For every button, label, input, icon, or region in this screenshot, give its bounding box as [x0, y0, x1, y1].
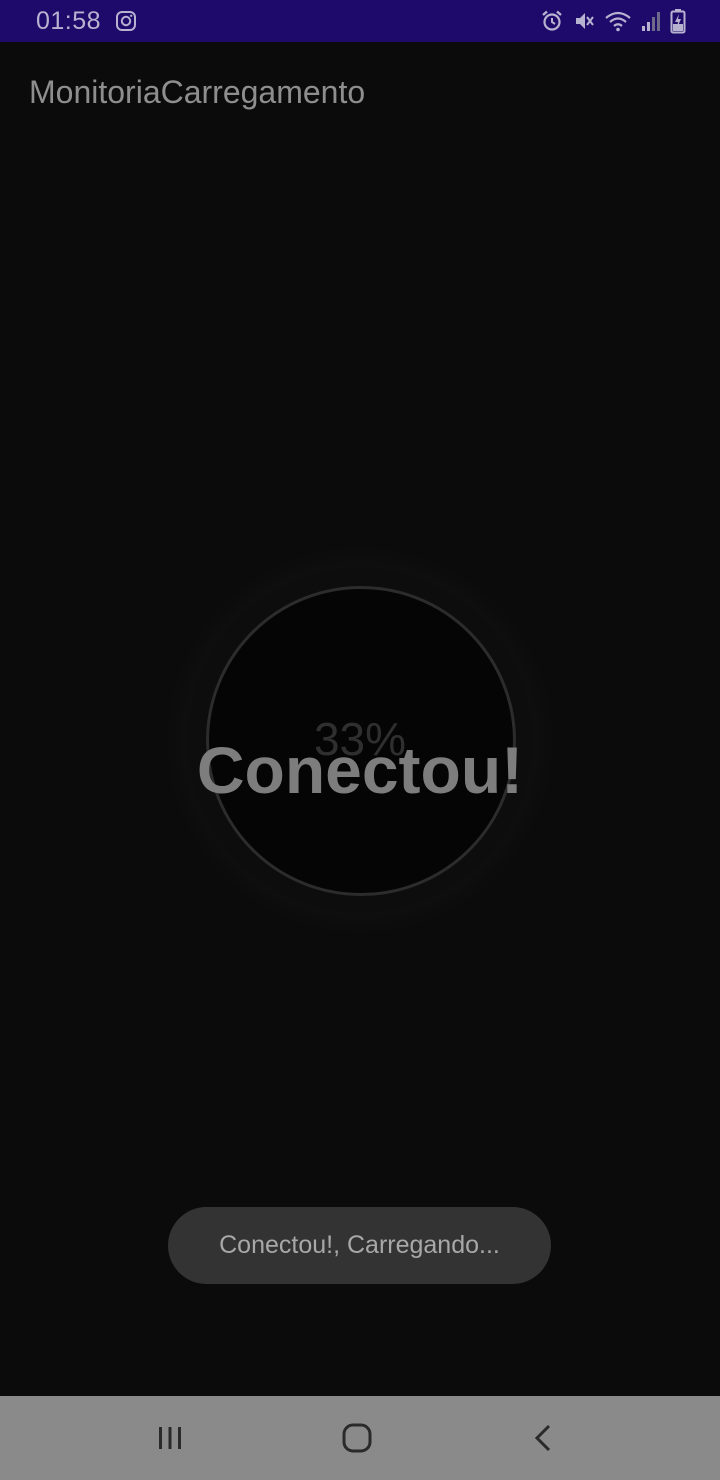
connection-status-text: Conectou! [196, 733, 524, 807]
status-time: 01:58 [36, 6, 102, 35]
alarm-icon [540, 9, 564, 33]
signal-icon [640, 9, 662, 33]
recent-apps-icon[interactable] [148, 1416, 192, 1460]
wifi-icon [604, 9, 632, 33]
toast-message: Conectou!, Carregando... [219, 1231, 500, 1259]
navigation-bar [0, 1396, 720, 1480]
instagram-icon [115, 10, 137, 32]
status-bar-left: 01:58 [36, 7, 137, 36]
screen: 01:58 MonitoriaCarregamento 33% Conectou… [0, 0, 720, 1480]
battery-charging-icon [670, 8, 686, 34]
toast: Conectou!, Carregando... [168, 1207, 551, 1284]
back-icon[interactable] [522, 1416, 566, 1460]
mute-icon [572, 9, 596, 33]
status-bar-right [540, 8, 686, 34]
status-bar: 01:58 [0, 0, 720, 42]
app-bar: MonitoriaCarregamento [0, 42, 720, 142]
app-title: MonitoriaCarregamento [29, 73, 366, 110]
home-icon[interactable] [335, 1416, 379, 1460]
